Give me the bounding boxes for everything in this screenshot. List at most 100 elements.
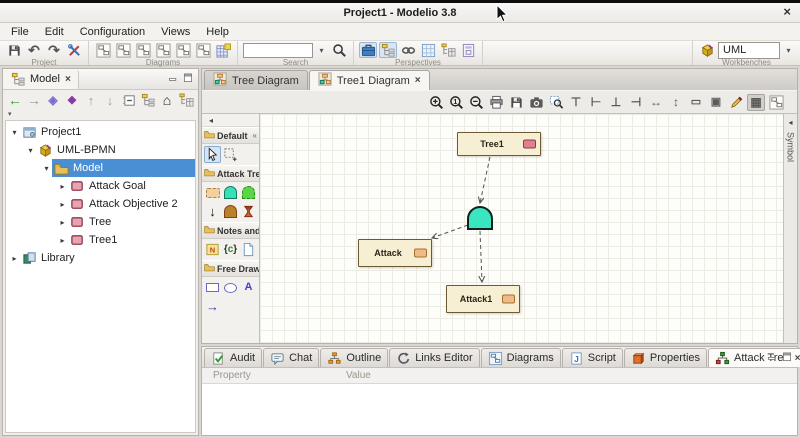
diagram-canvas[interactable]: Tree1 Attack Attack1	[260, 114, 783, 343]
tree-item-attack-goal[interactable]: ▸ Attack Goal	[6, 177, 195, 195]
zoom-region-icon[interactable]	[547, 94, 565, 111]
fit-content-icon[interactable]: ▣	[707, 94, 725, 111]
node-attack[interactable]: Attack	[358, 239, 432, 267]
diagram-settings-icon[interactable]	[767, 94, 785, 111]
workbench-selector[interactable]: UML	[718, 41, 780, 59]
tree-item-library[interactable]: ▸ Library	[6, 249, 195, 267]
palette-group-free-drawing[interactable]: Free Drawing«	[202, 260, 259, 277]
model-tree-icon[interactable]	[379, 42, 397, 58]
tree-expander-icon[interactable]: ▸	[57, 200, 68, 209]
editor-tab-close-icon[interactable]: ×	[415, 75, 421, 86]
tree-item-model[interactable]: ▾ Model	[6, 159, 195, 177]
save-image-icon[interactable]	[507, 94, 525, 111]
diagram-6-icon[interactable]	[194, 42, 212, 58]
tab-tree-diagram[interactable]: Tree Diagram	[204, 70, 308, 90]
note-tool[interactable]: N	[204, 241, 221, 258]
draw-rect-tool[interactable]	[204, 279, 221, 296]
configure-icon[interactable]	[65, 42, 83, 58]
focus-diamond-icon[interactable]: ◆	[64, 92, 80, 108]
matrix-perspective-icon[interactable]	[419, 42, 437, 58]
bottom-tab-close-icon[interactable]: ×	[795, 353, 800, 364]
screenshot-icon[interactable]	[527, 94, 545, 111]
search-dropdown-icon[interactable]: ▾	[315, 43, 328, 58]
print-icon[interactable]	[487, 94, 505, 111]
move-up-icon[interactable]: ↑	[83, 92, 99, 108]
tree-item-tree[interactable]: ▸ Tree	[6, 213, 195, 231]
link-with-editor-icon[interactable]	[140, 92, 156, 108]
nav-back-icon[interactable]: ←	[7, 92, 23, 108]
align-bottom-icon[interactable]: ⊥	[607, 94, 625, 111]
minimize-panel-button[interactable]	[167, 72, 179, 84]
same-size-icon[interactable]: ▭	[687, 94, 705, 111]
draw-text-tool[interactable]: A	[240, 279, 257, 296]
tab-model[interactable]: Model ×	[3, 69, 79, 89]
palette-group-notes-and-[interactable]: Notes and ...«	[202, 222, 259, 239]
tab-properties[interactable]: Properties	[623, 348, 708, 367]
tree-expander-icon[interactable]: ▾	[41, 164, 52, 173]
property-table-body[interactable]	[202, 384, 797, 435]
menu-help[interactable]: Help	[198, 25, 237, 39]
hierarchy-perspective-icon[interactable]	[439, 42, 457, 58]
redo-icon[interactable]: ↷	[45, 42, 63, 58]
symbol-tab-label[interactable]: Symbol	[786, 132, 796, 162]
undo-icon[interactable]: ↶	[25, 42, 43, 58]
transfer-arrow-tool[interactable]: ↓	[204, 203, 221, 220]
nav-forward-icon[interactable]: →	[26, 92, 42, 108]
tree-item-tree1[interactable]: ▸ Tree1	[6, 231, 195, 249]
tab-outline[interactable]: Outline	[320, 348, 389, 367]
tab-diagrams[interactable]: Diagrams	[480, 348, 561, 367]
window-close-button[interactable]: ×	[783, 4, 791, 19]
tree-expander-icon[interactable]: ▸	[57, 218, 68, 227]
zoom-in-icon[interactable]	[427, 94, 445, 111]
minimize-bottom-button[interactable]	[766, 351, 778, 363]
collapse-all-icon[interactable]	[121, 92, 137, 108]
menu-configuration[interactable]: Configuration	[72, 25, 153, 39]
zoom-out-icon[interactable]	[467, 94, 485, 111]
home-icon[interactable]: ⌂	[159, 92, 175, 108]
menu-file[interactable]: File	[3, 25, 37, 39]
dialog-perspective-icon[interactable]	[459, 42, 477, 58]
menu-edit[interactable]: Edit	[37, 25, 72, 39]
matrix-new-icon[interactable]	[214, 42, 232, 58]
draw-arrow-tool[interactable]: →	[204, 298, 221, 315]
palette-collapse-icon[interactable]: ◂	[202, 114, 259, 127]
align-left-icon[interactable]: ⊢	[587, 94, 605, 111]
model-tab-close-icon[interactable]: ×	[65, 74, 71, 85]
center-vertical-icon[interactable]: ↕	[667, 94, 685, 111]
or-gate-tool[interactable]	[240, 184, 257, 201]
explorer-dropdown[interactable]: ▾	[3, 110, 198, 120]
tree-expander-icon[interactable]: ▾	[9, 128, 20, 137]
diagram-2-icon[interactable]	[114, 42, 132, 58]
select-tool[interactable]	[204, 146, 221, 163]
menu-views[interactable]: Views	[153, 25, 198, 39]
attack-node-tool[interactable]	[204, 184, 221, 201]
tree-expander-icon[interactable]: ▸	[9, 254, 20, 263]
draw-ellipse-tool[interactable]	[222, 279, 239, 296]
maximize-bottom-button[interactable]	[781, 351, 793, 363]
sand-gate-tool[interactable]	[222, 203, 239, 220]
symbol-collapse-icon[interactable]: ◂	[788, 118, 792, 127]
grid-toggle-icon[interactable]: ▦	[747, 93, 765, 111]
center-horizontal-icon[interactable]: ↔	[647, 94, 665, 111]
node-attack1[interactable]: Attack1	[446, 285, 520, 313]
and-gate-node[interactable]	[467, 206, 493, 230]
tab-audit[interactable]: Audit	[204, 348, 263, 367]
maximize-panel-button[interactable]	[182, 72, 194, 84]
move-down-icon[interactable]: ↓	[102, 92, 118, 108]
tree-expander-icon[interactable]: ▸	[57, 236, 68, 245]
workbench-dropdown-icon[interactable]: ▾	[782, 43, 795, 58]
tree-options-icon[interactable]	[178, 92, 194, 108]
zoom-actual-icon[interactable]: 1	[447, 94, 465, 111]
document-tool[interactable]	[240, 241, 257, 258]
diagram-4-icon[interactable]	[154, 42, 172, 58]
align-right-icon[interactable]: ⊣	[627, 94, 645, 111]
palette-group-attack-tree[interactable]: Attack Tree«	[202, 165, 259, 182]
workspace-icon[interactable]	[359, 42, 377, 58]
tree-item-project1[interactable]: ▾ Project1	[6, 123, 195, 141]
related-diamond-icon[interactable]: ◈	[45, 92, 61, 108]
column-header-value[interactable]: Value	[335, 370, 371, 381]
links-perspective-icon[interactable]	[399, 42, 417, 58]
palette-group-default[interactable]: Default «	[202, 127, 259, 144]
tab-chat[interactable]: Chat	[263, 348, 320, 367]
undeveloped-tool[interactable]	[240, 203, 257, 220]
